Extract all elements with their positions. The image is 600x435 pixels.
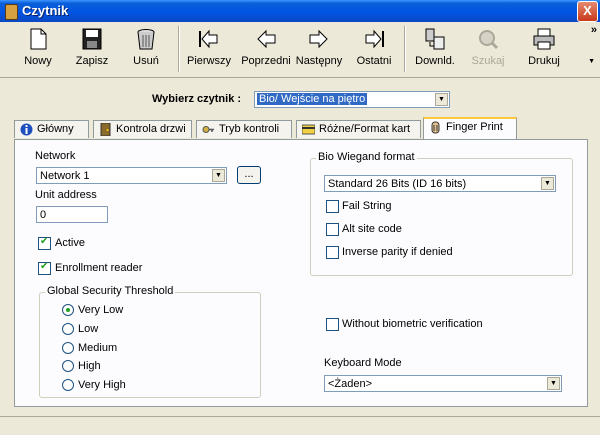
threshold-low-label: Low: [78, 323, 99, 335]
inverse-parity-label: Inverse parity if denied: [342, 246, 453, 258]
tab-tryb-kontroli-label: Tryb kontroli: [219, 123, 280, 135]
inverse-parity-checkbox[interactable]: [326, 246, 339, 259]
chevron-down-icon[interactable]: ▼: [435, 93, 448, 106]
window-title: Czytnik: [22, 3, 69, 18]
chevron-down-icon[interactable]: ▼: [212, 169, 225, 182]
delete-button-label: Usuń: [133, 55, 159, 67]
last-record-icon: [365, 29, 384, 49]
network-label: Network: [35, 150, 76, 162]
threshold-low-radio[interactable]: [62, 323, 74, 335]
delete-button[interactable]: Usuń: [122, 24, 170, 74]
wiegand-format-select[interactable]: Standard 26 Bits (ID 16 bits) ▼: [324, 175, 556, 192]
alt-site-code-checkbox[interactable]: [326, 223, 339, 236]
previous-arrow-icon: [257, 29, 276, 49]
threshold-medium-radio[interactable]: [62, 342, 74, 354]
tab-kontrola-drzwi-label: Kontrola drzwi: [116, 123, 186, 135]
print-button-label: Drukuj: [528, 55, 560, 67]
previous-button-label: Poprzedni: [241, 55, 291, 67]
tab-rozne-format-kart-label: Różne/Format kart: [319, 123, 411, 135]
unit-address-label: Unit address: [35, 189, 97, 201]
close-button[interactable]: X: [577, 1, 598, 22]
without-biometric-checkbox[interactable]: [326, 318, 339, 331]
alt-site-code-label: Alt site code: [342, 223, 402, 235]
toolbar-separator: [404, 26, 406, 72]
active-label: Active: [55, 237, 85, 249]
security-threshold-legend: Global Security Threshold: [45, 285, 176, 297]
toolbar-overflow-chevron[interactable]: »: [591, 24, 597, 36]
toolbar-separator: [178, 26, 180, 72]
toolbar: Nowy Zapisz Usuń Pierwszy Poprzedni Nast…: [0, 22, 600, 78]
search-button[interactable]: Szukaj: [464, 24, 512, 74]
reader-select-label: Wybierz czytnik :: [152, 93, 242, 105]
search-icon: [479, 30, 499, 50]
download-button[interactable]: Downld.: [410, 24, 460, 74]
keyboard-mode-label: Keyboard Mode: [324, 357, 402, 369]
threshold-very-high-label: Very High: [78, 379, 126, 391]
first-button-label: Pierwszy: [186, 55, 231, 67]
last-button[interactable]: Ostatni: [350, 24, 398, 74]
key-icon: [202, 126, 214, 133]
enrollment-reader-checkbox[interactable]: [38, 261, 51, 275]
window-bottom-divider: [0, 416, 600, 417]
finger-print-panel: Network Network 1 ▼ ... Unit address 0 A…: [14, 139, 588, 407]
next-arrow-icon: [309, 29, 328, 49]
title-bar: Czytnik X: [0, 0, 600, 22]
tab-finger-print-label: Finger Print: [446, 121, 503, 133]
last-button-label: Ostatni: [356, 55, 392, 67]
new-button-label: Nowy: [24, 55, 52, 67]
tab-tryb-kontroli[interactable]: Tryb kontroli: [196, 120, 292, 138]
network-select-value: Network 1: [40, 170, 90, 182]
wiegand-format-value: Standard 26 Bits (ID 16 bits): [328, 178, 467, 190]
chevron-down-icon[interactable]: ▼: [541, 177, 554, 190]
save-floppy-icon: [82, 28, 102, 50]
save-button[interactable]: Zapisz: [68, 24, 116, 74]
bio-wiegand-legend: Bio Wiegand format: [316, 151, 417, 163]
unit-address-input[interactable]: 0: [36, 206, 108, 223]
reader-select-value: Bio/ Wejście na piętro: [257, 93, 368, 105]
card-icon: [302, 124, 315, 135]
first-button[interactable]: Pierwszy: [184, 24, 234, 74]
chevron-down-icon[interactable]: ▼: [547, 377, 560, 390]
print-button[interactable]: Drukuj: [518, 24, 570, 74]
network-select[interactable]: Network 1 ▼: [36, 167, 227, 184]
without-biometric-label: Without biometric verification: [342, 318, 483, 330]
tab-finger-print[interactable]: Finger Print: [423, 117, 517, 139]
new-document-icon: [30, 28, 47, 50]
fail-string-label: Fail String: [342, 200, 392, 212]
fail-string-checkbox[interactable]: [326, 200, 339, 213]
app-icon: [5, 4, 18, 20]
next-button-label: Następny: [295, 55, 343, 67]
threshold-medium-label: Medium: [78, 342, 118, 354]
keyboard-mode-select[interactable]: <Żaden> ▼: [324, 375, 562, 392]
door-icon: [100, 123, 111, 136]
threshold-high-label: High: [78, 360, 101, 372]
threshold-very-high-radio[interactable]: [62, 379, 74, 391]
next-button[interactable]: Następny: [294, 24, 344, 74]
toolbar-overflow-down-icon[interactable]: ▼: [588, 58, 595, 65]
fingerprint-icon: [431, 121, 440, 134]
previous-button[interactable]: Poprzedni: [238, 24, 294, 74]
tab-rozne-format-kart[interactable]: Różne/Format kart: [296, 120, 421, 138]
download-button-label: Downld.: [415, 55, 455, 67]
reader-select[interactable]: Bio/ Wejście na piętro ▼: [254, 91, 450, 108]
tab-kontrola-drzwi[interactable]: Kontrola drzwi: [93, 120, 192, 138]
tab-glowny[interactable]: Główny: [14, 120, 89, 138]
threshold-very-low-radio[interactable]: [62, 304, 74, 316]
printer-icon: [533, 28, 555, 50]
network-browse-button[interactable]: ...: [237, 166, 261, 184]
keyboard-mode-value: <Żaden>: [328, 378, 373, 390]
enrollment-reader-label: Enrollment reader: [55, 262, 143, 274]
active-checkbox[interactable]: [38, 236, 51, 250]
trash-bin-icon: [137, 29, 155, 50]
new-button[interactable]: Nowy: [14, 24, 62, 74]
info-icon: [20, 123, 33, 136]
first-record-icon: [199, 29, 218, 49]
threshold-very-low-label: Very Low: [78, 304, 124, 316]
tab-glowny-label: Główny: [37, 123, 74, 135]
threshold-high-radio[interactable]: [62, 360, 74, 372]
search-button-label: Szukaj: [471, 55, 505, 67]
save-button-label: Zapisz: [75, 55, 109, 67]
download-device-icon: [425, 28, 445, 50]
